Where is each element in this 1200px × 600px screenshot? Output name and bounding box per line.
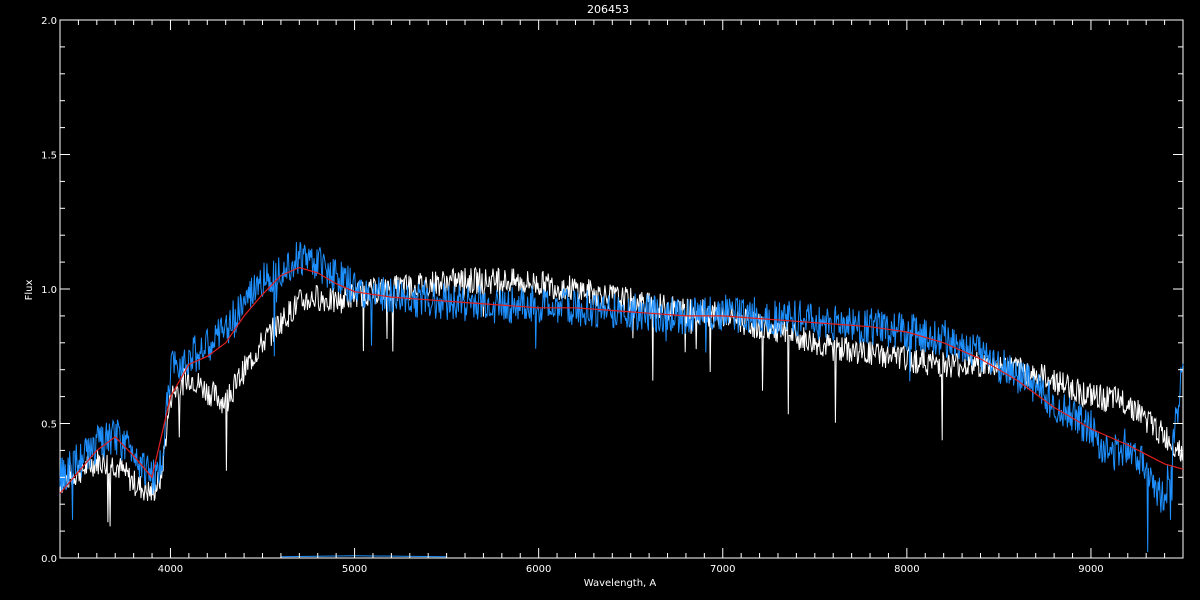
series-line-white-0 xyxy=(59,266,1184,527)
x-tick-label: 8000 xyxy=(894,564,919,575)
y-axis-label: Flux xyxy=(24,280,35,301)
series-layer xyxy=(59,241,1184,558)
x-tick-label: 7000 xyxy=(710,564,735,575)
y-tick-label: 0.5 xyxy=(41,420,57,431)
x-tick-label: 5000 xyxy=(342,564,367,575)
x-axis-label: Wavelength, A xyxy=(584,578,657,589)
series-line-blue-3 xyxy=(280,555,447,558)
x-tick-label: 6000 xyxy=(526,564,551,575)
plot-frame xyxy=(59,19,1184,559)
y-tick-label: 1.5 xyxy=(41,151,57,162)
y-tick-labels: 0.0 0.5 1.0 1.5 2.0 xyxy=(41,16,57,565)
x-tick-label: 4000 xyxy=(158,564,183,575)
tick-layer xyxy=(59,19,1184,559)
spectrum-chart: 206453 4000 5000 6000 7000 8000 9000 0.0 0.5 1.… xyxy=(24,3,1184,589)
y-tick-label: 0.0 xyxy=(41,554,57,565)
x-tick-labels: 4000 5000 6000 7000 8000 9000 xyxy=(158,564,1104,575)
chart-title: 206453 xyxy=(587,3,629,16)
x-tick-label: 9000 xyxy=(1078,564,1103,575)
y-tick-label: 2.0 xyxy=(41,16,57,27)
y-tick-label: 1.0 xyxy=(41,285,57,296)
